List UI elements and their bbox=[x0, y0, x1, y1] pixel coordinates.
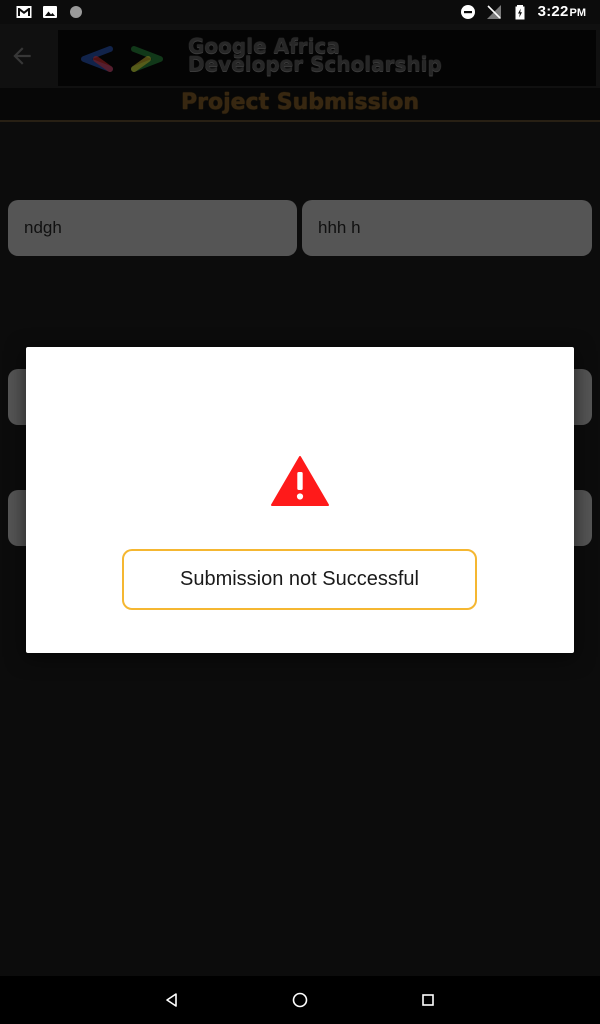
status-time-ampm: PM bbox=[569, 7, 587, 19]
error-message: Submission not Successful bbox=[122, 549, 477, 610]
nav-recent-icon bbox=[422, 994, 434, 1006]
nav-recent-button[interactable] bbox=[416, 988, 440, 1012]
status-bar-system: 3:22PM bbox=[460, 3, 586, 20]
gmail-icon bbox=[16, 6, 32, 18]
nav-back-button[interactable] bbox=[160, 988, 184, 1012]
status-bar: 3:22PM bbox=[0, 0, 600, 24]
nav-home-icon bbox=[292, 992, 308, 1008]
system-nav-bar bbox=[0, 976, 600, 1024]
warning-icon bbox=[271, 456, 329, 506]
do-not-disturb-icon bbox=[460, 4, 475, 19]
nav-home-button[interactable] bbox=[288, 988, 312, 1012]
no-signal-icon bbox=[486, 4, 501, 19]
nav-back-icon bbox=[166, 993, 177, 1007]
battery-icon bbox=[515, 4, 525, 19]
status-bar-notifications bbox=[16, 4, 84, 20]
screen: 3:22PM Google Africa Developer Scholarsh… bbox=[0, 0, 600, 1024]
image-icon bbox=[43, 6, 57, 18]
status-time-value: 3:22 bbox=[537, 3, 569, 20]
status-time: 3:22PM bbox=[538, 3, 586, 20]
circle-icon bbox=[70, 6, 82, 18]
error-dialog: Submission not Successful bbox=[26, 347, 574, 653]
